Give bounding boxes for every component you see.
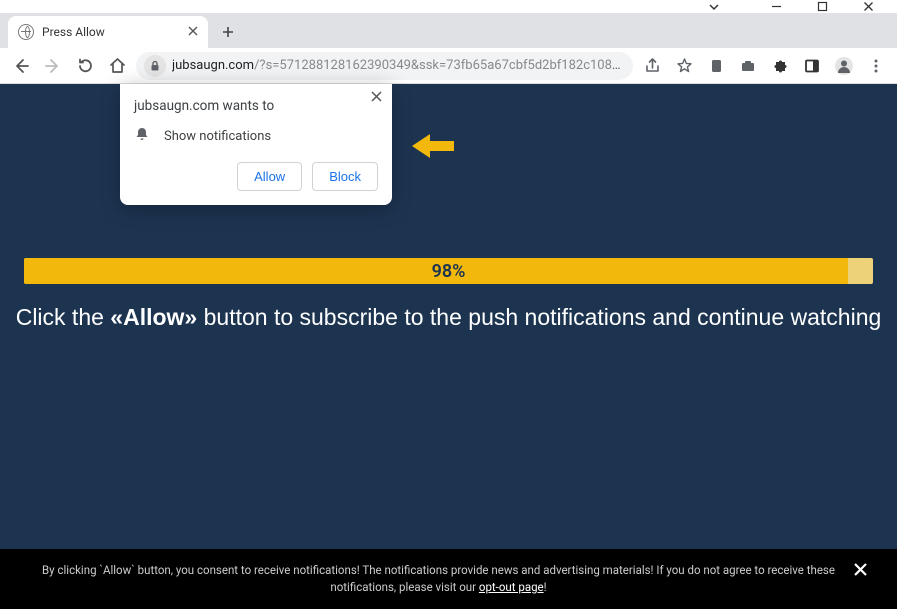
close-tab-icon[interactable] xyxy=(188,25,198,40)
sidepanel-icon[interactable] xyxy=(799,53,825,79)
notification-permission-prompt: jubsaugn.com wants to Show notifications… xyxy=(120,84,392,205)
url-path: /?s=571288128162390349&ssk=73fb65a67cbf5… xyxy=(254,58,625,73)
footer-text-end: ! xyxy=(544,580,547,594)
menu-dots-icon[interactable] xyxy=(863,53,889,79)
page-content: 98% Click the «Allow» button to subscrib… xyxy=(0,84,897,609)
footer-text: By clicking `Allow` button, you consent … xyxy=(42,563,835,594)
instruction-strong: «Allow» xyxy=(110,304,197,330)
extension-icon-1[interactable] xyxy=(703,53,729,79)
url-text: jubsaugn.com/?s=571288128162390349&ssk=7… xyxy=(172,58,625,73)
maximize-button[interactable] xyxy=(799,0,845,13)
forward-button[interactable] xyxy=(40,53,66,79)
progress-percent-label: 98% xyxy=(24,258,873,284)
back-button[interactable] xyxy=(8,53,34,79)
omnibox[interactable]: jubsaugn.com/?s=571288128162390349&ssk=7… xyxy=(136,52,633,80)
window-titlebar xyxy=(0,0,897,13)
instruction-after: button to subscribe to the push notifica… xyxy=(197,304,881,330)
block-button[interactable]: Block xyxy=(312,162,378,191)
extensions-puzzle-icon[interactable] xyxy=(767,53,793,79)
new-tab-button[interactable] xyxy=(214,18,242,46)
close-prompt-icon[interactable] xyxy=(371,90,382,106)
opt-out-link[interactable]: opt-out page xyxy=(479,580,544,594)
tab-strip: Press Allow xyxy=(0,13,897,48)
instruction-before: Click the xyxy=(16,304,111,330)
reload-button[interactable] xyxy=(72,53,98,79)
pointer-arrow-icon xyxy=(412,132,454,164)
bell-icon xyxy=(134,126,150,146)
prompt-title: jubsaugn.com wants to xyxy=(134,98,378,114)
lock-icon[interactable] xyxy=(144,55,166,77)
bookmark-star-icon[interactable] xyxy=(671,53,697,79)
home-button[interactable] xyxy=(104,53,130,79)
profile-avatar-icon[interactable] xyxy=(831,53,857,79)
close-footer-icon[interactable] xyxy=(854,559,867,583)
minimize-button[interactable] xyxy=(753,0,799,13)
url-domain: jubsaugn.com xyxy=(172,58,254,73)
prompt-body-text: Show notifications xyxy=(164,129,271,144)
share-icon[interactable] xyxy=(639,53,665,79)
progress-bar-track: 98% xyxy=(24,258,873,284)
consent-footer: By clicking `Allow` button, you consent … xyxy=(0,549,897,609)
instruction-text: Click the «Allow» button to subscribe to… xyxy=(0,304,897,331)
allow-button[interactable]: Allow xyxy=(237,162,302,191)
chevron-down-icon[interactable] xyxy=(699,0,729,13)
extension-icon-2[interactable] xyxy=(735,53,761,79)
globe-icon xyxy=(18,24,34,40)
browser-toolbar: jubsaugn.com/?s=571288128162390349&ssk=7… xyxy=(0,48,897,84)
close-window-button[interactable] xyxy=(845,0,891,13)
browser-tab[interactable]: Press Allow xyxy=(8,16,208,48)
tab-title: Press Allow xyxy=(42,25,105,39)
